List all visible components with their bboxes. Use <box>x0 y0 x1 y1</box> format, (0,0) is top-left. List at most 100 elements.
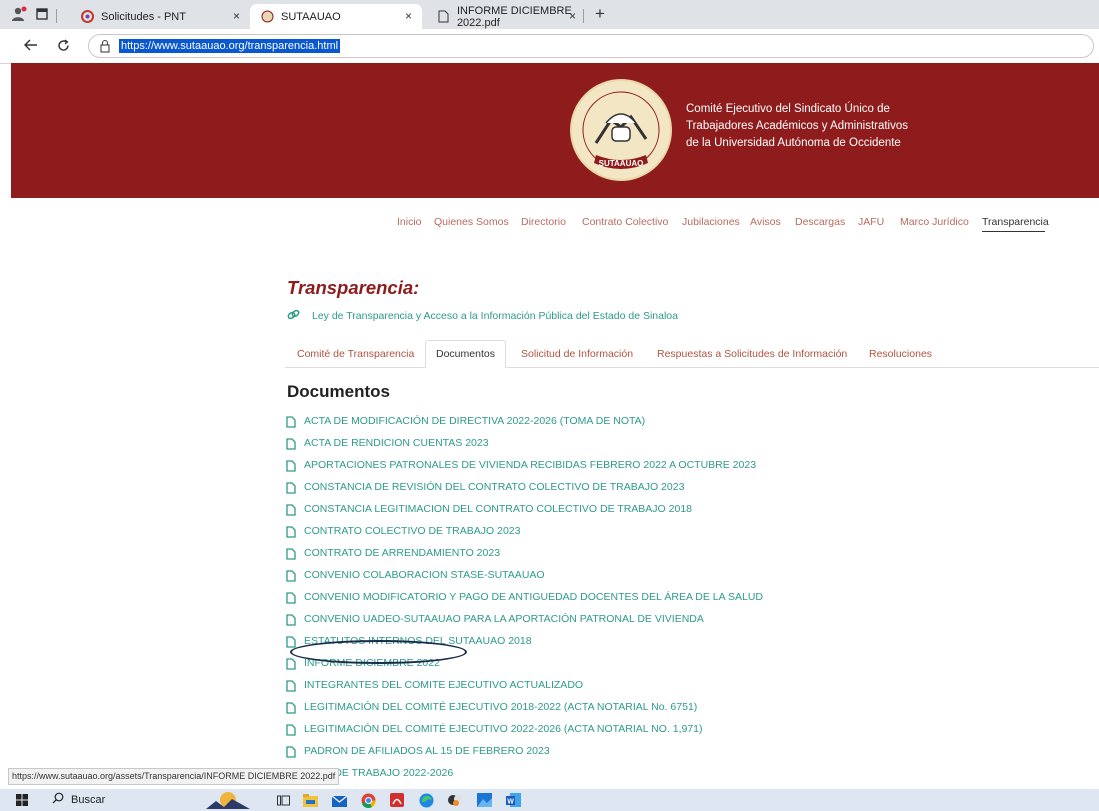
union-name-line: de la Universidad Autónoma de Occidente <box>686 137 901 149</box>
new-tab-button[interactable]: + <box>590 4 610 24</box>
document-list-item[interactable]: APORTACIONES PATRONALES DE VIVIENDA RECI… <box>286 454 1086 476</box>
weather-widget-icon[interactable] <box>206 791 250 809</box>
document-link[interactable]: APORTACIONES PATRONALES DE VIVIENDA RECI… <box>304 459 756 471</box>
tab-comite-transparencia[interactable]: Comité de Transparencia <box>297 340 414 367</box>
document-icon <box>286 503 296 516</box>
main-menu: Inicio Quienes Somos Directorio Contrato… <box>0 216 1099 230</box>
tab-title: SUTAAUAO <box>281 10 341 23</box>
menu-item-jafu[interactable]: JAFU <box>858 216 884 228</box>
word-icon[interactable]: W <box>505 791 521 809</box>
document-list-item[interactable]: CONVENIO MODIFICATORIO Y PAGO DE ANTIGUE… <box>286 586 1086 608</box>
document-icon <box>286 437 296 450</box>
document-list-item[interactable]: CONTRATO DE ARRENDAMIENTO 2023 <box>286 542 1086 564</box>
svg-text:W: W <box>507 799 514 806</box>
document-list-item[interactable]: ACTA DE MODIFICACIÓN DE DIRECTIVA 2022-2… <box>286 410 1086 432</box>
tab-sutaauao[interactable]: SUTAAUAO × <box>250 4 422 29</box>
document-link[interactable]: ACTA DE MODIFICACIÓN DE DIRECTIVA 2022-2… <box>304 415 645 427</box>
menu-item-jubilaciones[interactable]: Jubilaciones <box>682 216 740 228</box>
document-link[interactable]: CONTRATO DE ARRENDAMIENTO 2023 <box>304 547 500 559</box>
browser-toolbar: https://www.sutaauao.org/transparencia.h… <box>0 29 1099 64</box>
tab-solicitudes-pnt[interactable]: Solicitudes - PNT × <box>70 4 250 29</box>
acrobat-icon[interactable] <box>389 791 405 809</box>
sutaauao-logo[interactable]: SUTAAUAO <box>566 75 676 185</box>
windows-start-icon[interactable] <box>14 791 30 809</box>
document-link[interactable]: ACTA DE RENDICION CUENTAS 2023 <box>304 437 489 449</box>
chrome-icon[interactable] <box>360 791 376 809</box>
tab-informe-pdf[interactable]: INFORME DICIEMBRE 2022.pdf × <box>428 4 594 29</box>
menu-item-contrato-colectivo[interactable]: Contrato Colectivo <box>582 216 668 228</box>
document-list-item[interactable]: PADRON DE AFILIADOS AL 15 DE FEBRERO 202… <box>286 740 1086 762</box>
tab-resoluciones[interactable]: Resoluciones <box>869 340 932 367</box>
tab-separator <box>583 9 584 23</box>
mail-icon[interactable] <box>331 791 347 809</box>
document-link[interactable]: LEGITIMACIÓN DEL COMITÉ EJECUTIVO 2018-2… <box>304 701 697 713</box>
document-icon <box>286 525 296 538</box>
lock-icon[interactable] <box>99 39 111 53</box>
file-explorer-icon[interactable] <box>302 791 318 809</box>
menu-item-quienes-somos[interactable]: Quienes Somos <box>434 216 509 228</box>
search-label: Buscar <box>71 793 106 806</box>
document-link[interactable]: CONVENIO COLABORACION STASE-SUTAAUAO <box>304 569 545 581</box>
highlight-circle-annotation <box>290 640 467 664</box>
document-icon <box>286 723 296 736</box>
union-name-line: Trabajadores Académicos y Administrativo… <box>686 120 909 132</box>
document-link[interactable]: LEGITIMACIÓN DEL COMITÉ EJECUTIVO 2022-2… <box>304 723 703 735</box>
photos-icon[interactable] <box>476 791 492 809</box>
taskbar-search[interactable]: Buscar <box>52 792 105 807</box>
edge-icon[interactable] <box>418 791 434 809</box>
task-view-icon[interactable] <box>275 791 291 809</box>
document-favicon-icon <box>438 10 450 24</box>
tab-solicitud-informacion[interactable]: Solicitud de Información <box>521 340 633 367</box>
tab-documentos[interactable]: Documentos <box>425 340 506 368</box>
document-link[interactable]: INTEGRANTES DEL COMITE EJECUTIVO ACTUALI… <box>304 679 583 691</box>
tab-respuestas-solicitudes[interactable]: Respuestas a Solicitudes de Información <box>657 340 847 367</box>
address-bar[interactable]: https://www.sutaauao.org/transparencia.h… <box>88 34 1094 58</box>
sidebar-toggle-icon[interactable] <box>34 4 50 24</box>
document-list-item[interactable]: CONSTANCIA DE REVISIÓN DEL CONTRATO COLE… <box>286 476 1086 498</box>
union-name-line: Comité Ejecutivo del Sindicato Único de <box>686 103 890 115</box>
document-list-item[interactable]: CONTRATO COLECTIVO DE TRABAJO 2023 <box>286 520 1086 542</box>
document-list-item[interactable]: LEGITIMACIÓN DEL COMITÉ EJECUTIVO 2022-2… <box>286 718 1086 740</box>
document-list-item[interactable]: CONVENIO COLABORACION STASE-SUTAAUAO <box>286 564 1086 586</box>
document-link[interactable]: CONVENIO MODIFICATORIO Y PAGO DE ANTIGUE… <box>304 591 763 603</box>
link-icon <box>287 309 300 323</box>
windows-taskbar: Buscar W <box>0 789 1099 811</box>
document-icon <box>286 547 296 560</box>
document-link[interactable]: CONSTANCIA LEGITIMACION DEL CONTRATO COL… <box>304 503 692 515</box>
document-icon <box>286 701 296 714</box>
document-list-item[interactable]: LEGITIMACIÓN DEL COMITÉ EJECUTIVO 2018-2… <box>286 696 1086 718</box>
close-tab-icon[interactable]: × <box>233 9 240 23</box>
menu-item-inicio[interactable]: Inicio <box>397 216 422 228</box>
svg-text:SUTAAUAO: SUTAAUAO <box>599 159 644 168</box>
tab-strip: Solicitudes - PNT × SUTAAUAO × INFORME D… <box>0 0 1099 29</box>
document-icon <box>286 657 296 670</box>
law-link[interactable]: Ley de Transparencia y Acceso a la Infor… <box>287 309 678 323</box>
law-link-text[interactable]: Ley de Transparencia y Acceso a la Infor… <box>312 310 678 322</box>
document-link[interactable]: CONSTANCIA DE REVISIÓN DEL CONTRATO COLE… <box>304 481 684 493</box>
close-tab-icon[interactable]: × <box>405 9 412 23</box>
menu-item-descargas[interactable]: Descargas <box>795 216 845 228</box>
refresh-icon[interactable] <box>54 36 72 54</box>
document-icon <box>286 745 296 758</box>
document-list-item[interactable]: ACTA DE RENDICION CUENTAS 2023 <box>286 432 1086 454</box>
document-link[interactable]: CONTRATO COLECTIVO DE TRABAJO 2023 <box>304 525 520 537</box>
back-arrow-icon[interactable] <box>22 36 40 54</box>
menu-item-directorio[interactable]: Directorio <box>521 216 566 228</box>
app-icon[interactable] <box>447 791 463 809</box>
menu-item-transparencia[interactable]: Transparencia <box>982 216 1049 228</box>
document-list-item[interactable]: PLAN DE TRABAJO 2022-2026 <box>286 762 1086 784</box>
close-tab-icon[interactable]: × <box>569 9 576 23</box>
document-list-item[interactable]: CONVENIO UADEO-SUTAAUAO PARA LA APORTACI… <box>286 608 1086 630</box>
documents-heading: Documentos <box>287 382 390 401</box>
url-text[interactable]: https://www.sutaauao.org/transparencia.h… <box>119 39 341 53</box>
pnt-favicon-icon <box>80 10 94 24</box>
menu-item-avisos[interactable]: Avisos <box>750 216 781 228</box>
document-list-item[interactable]: CONSTANCIA LEGITIMACION DEL CONTRATO COL… <box>286 498 1086 520</box>
profile-icon[interactable] <box>10 4 28 24</box>
document-icon <box>286 415 296 428</box>
document-link[interactable]: CONVENIO UADEO-SUTAAUAO PARA LA APORTACI… <box>304 613 704 625</box>
menu-item-marco-juridico[interactable]: Marco Jurídico <box>900 216 969 228</box>
union-name: Comité Ejecutivo del Sindicato Único de … <box>686 101 908 152</box>
document-list-item[interactable]: INTEGRANTES DEL COMITE EJECUTIVO ACTUALI… <box>286 674 1086 696</box>
document-link[interactable]: PADRON DE AFILIADOS AL 15 DE FEBRERO 202… <box>304 745 550 757</box>
